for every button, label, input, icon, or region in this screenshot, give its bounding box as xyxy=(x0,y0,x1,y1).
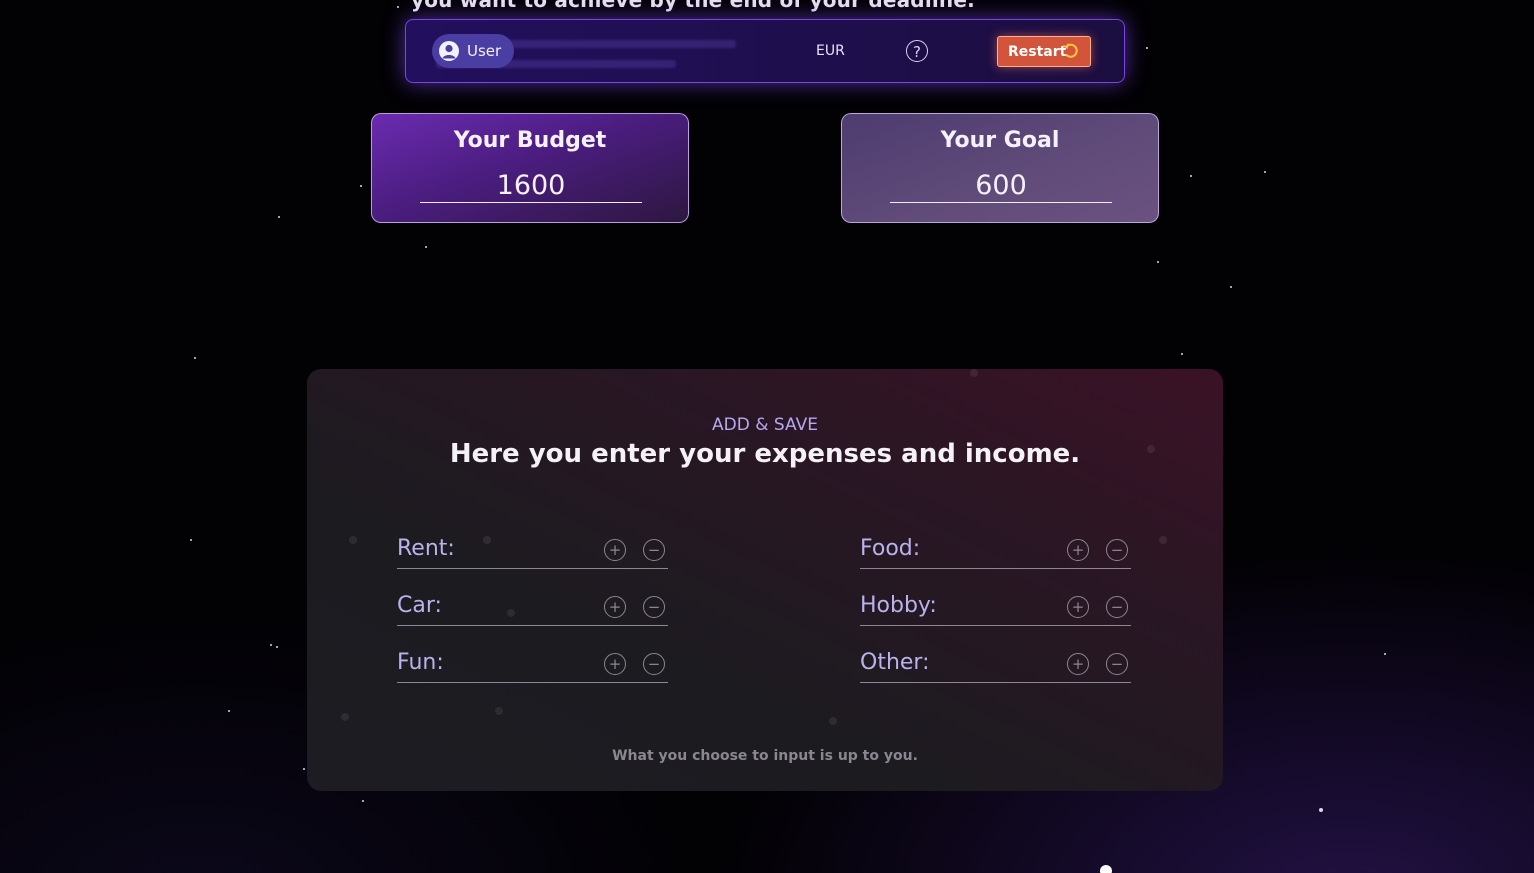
panel-dot xyxy=(829,717,837,725)
star xyxy=(362,800,364,802)
hobby-field[interactable]: Hobby: + − xyxy=(860,590,1131,626)
panel-dot xyxy=(970,369,978,377)
star xyxy=(397,6,399,8)
restart-button[interactable]: Restart xyxy=(997,36,1091,67)
star xyxy=(1230,286,1232,288)
food-field[interactable]: Food: + − xyxy=(860,533,1131,569)
help-icon[interactable]: ? xyxy=(906,40,928,62)
rent-minus-icon[interactable]: − xyxy=(643,539,665,561)
fun-field[interactable]: Fun: + − xyxy=(397,647,668,683)
restart-label: Restart xyxy=(1008,44,1067,60)
restart-icon xyxy=(1063,43,1079,59)
star xyxy=(1319,808,1323,812)
panel-dot xyxy=(341,713,349,721)
food-plus-icon[interactable]: + xyxy=(1067,539,1089,561)
goal-input[interactable]: 600 xyxy=(890,170,1112,203)
field-label: Fun: xyxy=(397,650,444,675)
star xyxy=(1384,653,1386,655)
field-label: Food: xyxy=(860,536,921,561)
currency-selector[interactable]: EUR xyxy=(816,43,845,59)
hobby-plus-icon[interactable]: + xyxy=(1067,596,1089,618)
panel-dot xyxy=(1159,536,1167,544)
rent-plus-icon[interactable]: + xyxy=(604,539,626,561)
field-label: Other: xyxy=(860,650,930,675)
goal-title: Your Goal xyxy=(940,128,1060,153)
car-field[interactable]: Car: + − xyxy=(397,590,668,626)
fun-minus-icon[interactable]: − xyxy=(643,653,665,675)
user-button[interactable]: User xyxy=(432,34,514,68)
user-label: User xyxy=(467,42,502,60)
field-label: Car: xyxy=(397,593,442,618)
star xyxy=(228,710,230,712)
other-plus-icon[interactable]: + xyxy=(1067,653,1089,675)
food-minus-icon[interactable]: − xyxy=(1106,539,1128,561)
star xyxy=(278,216,280,218)
star xyxy=(303,768,305,770)
car-plus-icon[interactable]: + xyxy=(604,596,626,618)
field-label: Hobby: xyxy=(860,593,937,618)
fun-plus-icon[interactable]: + xyxy=(604,653,626,675)
top-toolbar: User EUR ? Restart xyxy=(405,19,1125,83)
star xyxy=(360,185,362,187)
section-heading: Here you enter your expenses and income. xyxy=(449,439,1081,469)
field-label: Rent: xyxy=(397,536,455,561)
star xyxy=(1190,175,1192,177)
budget-title: Your Budget xyxy=(453,128,607,153)
car-minus-icon[interactable]: − xyxy=(643,596,665,618)
star xyxy=(425,246,427,248)
section-footer-note: What you choose to input is up to you. xyxy=(612,748,918,764)
user-avatar-icon xyxy=(439,41,459,61)
goal-card: Your Goal 600 xyxy=(841,113,1159,223)
rent-field[interactable]: Rent: + − xyxy=(397,533,668,569)
other-minus-icon[interactable]: − xyxy=(1106,653,1128,675)
hobby-minus-icon[interactable]: − xyxy=(1106,596,1128,618)
add-save-panel: ADD & SAVE Here you enter your expenses … xyxy=(307,369,1223,791)
section-kicker: ADD & SAVE xyxy=(712,415,818,435)
star xyxy=(1146,47,1148,49)
other-field[interactable]: Other: + − xyxy=(860,647,1131,683)
star xyxy=(1100,865,1112,873)
star xyxy=(194,357,196,359)
intro-text: you want to achieve by the end of your d… xyxy=(411,0,975,12)
star xyxy=(276,646,278,648)
panel-dot xyxy=(495,707,503,715)
star xyxy=(1264,171,1266,173)
budget-card: Your Budget 1600 xyxy=(371,113,689,223)
star xyxy=(270,644,272,646)
star xyxy=(190,539,192,541)
star xyxy=(1157,261,1159,263)
budget-input[interactable]: 1600 xyxy=(420,170,642,203)
star xyxy=(1181,353,1183,355)
panel-dot xyxy=(349,536,357,544)
